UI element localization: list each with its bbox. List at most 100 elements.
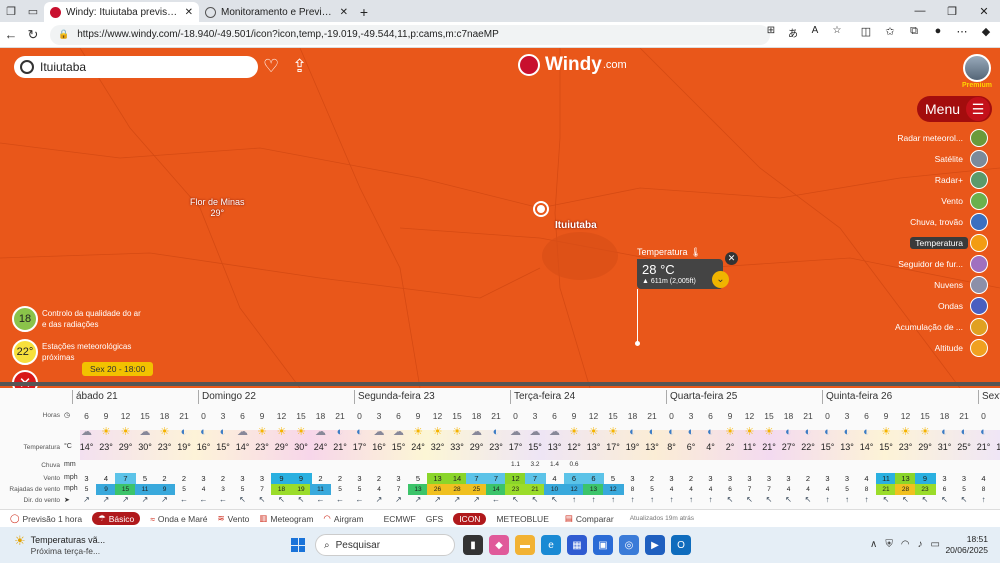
battery-icon[interactable]: ▭ <box>931 539 940 550</box>
gust-cell: 8 <box>981 486 986 493</box>
app-icon[interactable]: ▣ <box>593 535 613 555</box>
workspaces-icon[interactable]: ❐ <box>0 0 22 22</box>
file-explorer-icon[interactable]: ▬ <box>515 535 535 555</box>
favorite-star-icon[interactable]: ☆ <box>829 25 845 40</box>
weather-widget[interactable]: ☀ Temperaturas vã... Próxima terça-fe... <box>14 534 105 557</box>
more-menu-icon[interactable]: ⋯ <box>954 25 970 38</box>
share-icon[interactable]: ⇪ <box>292 56 307 77</box>
favorite-heart-icon[interactable]: ♡ <box>263 56 279 77</box>
store-icon[interactable]: ▦ <box>567 535 587 555</box>
favorites-icon[interactable]: ✩ <box>882 25 898 38</box>
rain-unit[interactable]: mm <box>64 461 76 468</box>
edge-icon[interactable]: e <box>541 535 561 555</box>
copilot-icon[interactable]: ◆ <box>978 25 994 38</box>
layer-7[interactable]: Nuvens <box>929 276 988 294</box>
model-ecmwf[interactable]: ECMWF <box>384 514 416 524</box>
menu-button[interactable]: Menu ☰ <box>917 96 992 122</box>
app-available-icon[interactable]: ⊞ <box>763 25 779 40</box>
expand-chevron-icon[interactable]: ⌄ <box>712 271 729 288</box>
task-view-icon[interactable]: ▮ <box>463 535 483 555</box>
browser-app-icon[interactable]: ◎ <box>619 535 639 555</box>
meteogram-tab[interactable]: ▥ Meteogram <box>259 513 313 524</box>
temp-unit[interactable]: °C <box>64 443 72 450</box>
day-header[interactable]: Terça-feira 24 <box>510 390 575 404</box>
url-field[interactable]: 🔒 https://www.windy.com/-18.940/-49.501/… <box>50 24 770 45</box>
model-meteoblue[interactable]: METEOBLUE <box>496 514 548 524</box>
layer-8[interactable]: Ondas <box>933 297 988 315</box>
timeline-badge[interactable]: Sex 20 - 18:00 <box>82 362 154 376</box>
maximize-icon[interactable]: ❐ <box>936 0 968 22</box>
minimize-icon[interactable]: — <box>904 0 936 22</box>
copilot-app-icon[interactable]: ◆ <box>489 535 509 555</box>
basic-tab[interactable]: ☂ Básico <box>92 512 141 525</box>
read-aloud-icon[interactable]: A <box>807 25 823 40</box>
model-icon[interactable]: ICON <box>453 512 487 525</box>
tab-actions-icon[interactable]: ▭ <box>22 0 44 22</box>
city-ituiutaba[interactable]: Ituiutaba <box>555 220 597 231</box>
chevron-up-icon[interactable]: ∧ <box>870 539 877 550</box>
day-header[interactable]: Quarta-feira 25 <box>666 390 737 404</box>
close-window-icon[interactable]: ✕ <box>968 0 1000 22</box>
temp-cell: 33° <box>450 442 464 452</box>
tab-strip: ❐ ▭ Windy: Ituiutaba previsão de tem ✕ M… <box>0 0 1000 22</box>
day-header[interactable]: Segunda-feira 23 <box>354 390 435 404</box>
windy-logo[interactable]: Windy .com <box>518 54 627 76</box>
close-tab-icon[interactable]: ✕ <box>185 7 193 18</box>
premium-avatar[interactable]: Premium <box>962 54 992 89</box>
split-screen-icon[interactable]: ◫ <box>858 25 874 38</box>
taskbar-search[interactable]: ⌕ Pesquisar <box>315 534 455 556</box>
map-area[interactable]: Ituiutaba ♡ ⇪ Windy .com Premium Menu ☰ R… <box>0 48 1000 388</box>
translate-icon[interactable]: あ <box>785 25 801 40</box>
new-tab-button[interactable]: + <box>354 2 374 22</box>
city-flor-de-minas[interactable]: Flor de Minas 29° <box>190 197 245 219</box>
temperature-popup[interactable]: 28 °C ▲ 611m (2,005ft) ⌄ <box>637 259 729 289</box>
airgram-tab[interactable]: ◠ Airgram <box>323 513 363 524</box>
outlook-icon[interactable]: O <box>671 535 691 555</box>
close-popup-icon[interactable]: ✕ <box>725 252 738 265</box>
layer-3[interactable]: Vento <box>936 192 988 210</box>
day-header[interactable]: ábado 21 <box>72 390 118 404</box>
air-quality-widget[interactable]: 18 Controlo da qualidade do ar e das rad… <box>12 306 147 332</box>
layer-5[interactable]: Temperatura <box>910 234 988 252</box>
profile-icon[interactable]: ● <box>930 25 946 38</box>
wind-tab[interactable]: ≋ Vento <box>218 513 250 524</box>
layer-6[interactable]: Seguidor de fur... <box>893 255 988 273</box>
gust-cell: 12 <box>602 484 624 495</box>
day-header[interactable]: Domingo 22 <box>198 390 256 404</box>
day-header[interactable]: Sext <box>978 390 1000 404</box>
moon-icon: ◐ <box>980 426 987 438</box>
compare-button[interactable]: ▤ Comparar <box>558 512 620 525</box>
search-input[interactable]: Ituiutaba <box>14 56 258 78</box>
layer-1[interactable]: Satélite <box>930 150 988 168</box>
temp-cell: 19° <box>996 442 1000 452</box>
layer-9[interactable]: Acumulação de ... <box>890 318 988 336</box>
hourly-forecast-button[interactable]: ◯ Previsão 1 hora <box>10 513 82 524</box>
volume-icon[interactable]: ♪ <box>918 539 923 550</box>
wifi-icon[interactable]: ◠ <box>901 539 910 550</box>
location-marker-icon[interactable] <box>533 201 549 217</box>
lock-icon[interactable]: 🔒 <box>58 29 69 40</box>
refresh-icon[interactable]: ↻ <box>22 24 44 46</box>
wind-direction-row: ↗ ↗ ↗ ↗ ↗ ← ← ← ↖ ↖ ↖ ↖ ← ← ← ↗ ↗ ↗ ↗ ↗ ↗ ← ↖ ↖ ↖ ↑ ↑ ↑ ↑ ↑ ↑ ↑ ↑ ↖ ↖ ↖ ↖ ↖ ↑ ↑… <box>80 495 1000 507</box>
tab-windy[interactable]: Windy: Ituiutaba previsão de tem ✕ <box>44 2 199 22</box>
layer-10[interactable]: Altitude <box>930 339 988 357</box>
security-icon[interactable]: ⛨ <box>885 539 893 550</box>
tab-monitoramento[interactable]: Monitoramento e Previsão - Brasi ✕ <box>199 2 354 22</box>
clock[interactable]: 18:51 20/06/2025 <box>945 534 988 556</box>
layer-4[interactable]: Chuva, trovão <box>905 213 988 231</box>
collections-icon[interactable]: ⧉ <box>906 25 922 38</box>
close-tab-icon[interactable]: ✕ <box>340 7 348 18</box>
back-icon[interactable]: ← <box>0 24 22 46</box>
model-gfs[interactable]: GFS <box>426 514 443 524</box>
waves-tab[interactable]: ≈ Onda e Maré <box>150 514 207 524</box>
wind-dir-cell: ↗ <box>122 495 129 504</box>
gust-cell: 5 <box>845 486 849 493</box>
layer-2[interactable]: Radar+ <box>930 171 988 189</box>
day-header[interactable]: Quinta-feira 26 <box>822 390 892 404</box>
timeline-bar[interactable] <box>0 382 1000 386</box>
layer-0[interactable]: Radar meteorol... <box>892 129 988 147</box>
wind-dir-icon: ➤ <box>64 497 70 504</box>
start-icon[interactable] <box>291 538 305 552</box>
zoom-icon[interactable]: ▶ <box>645 535 665 555</box>
hour-cell: 0 <box>981 411 986 421</box>
